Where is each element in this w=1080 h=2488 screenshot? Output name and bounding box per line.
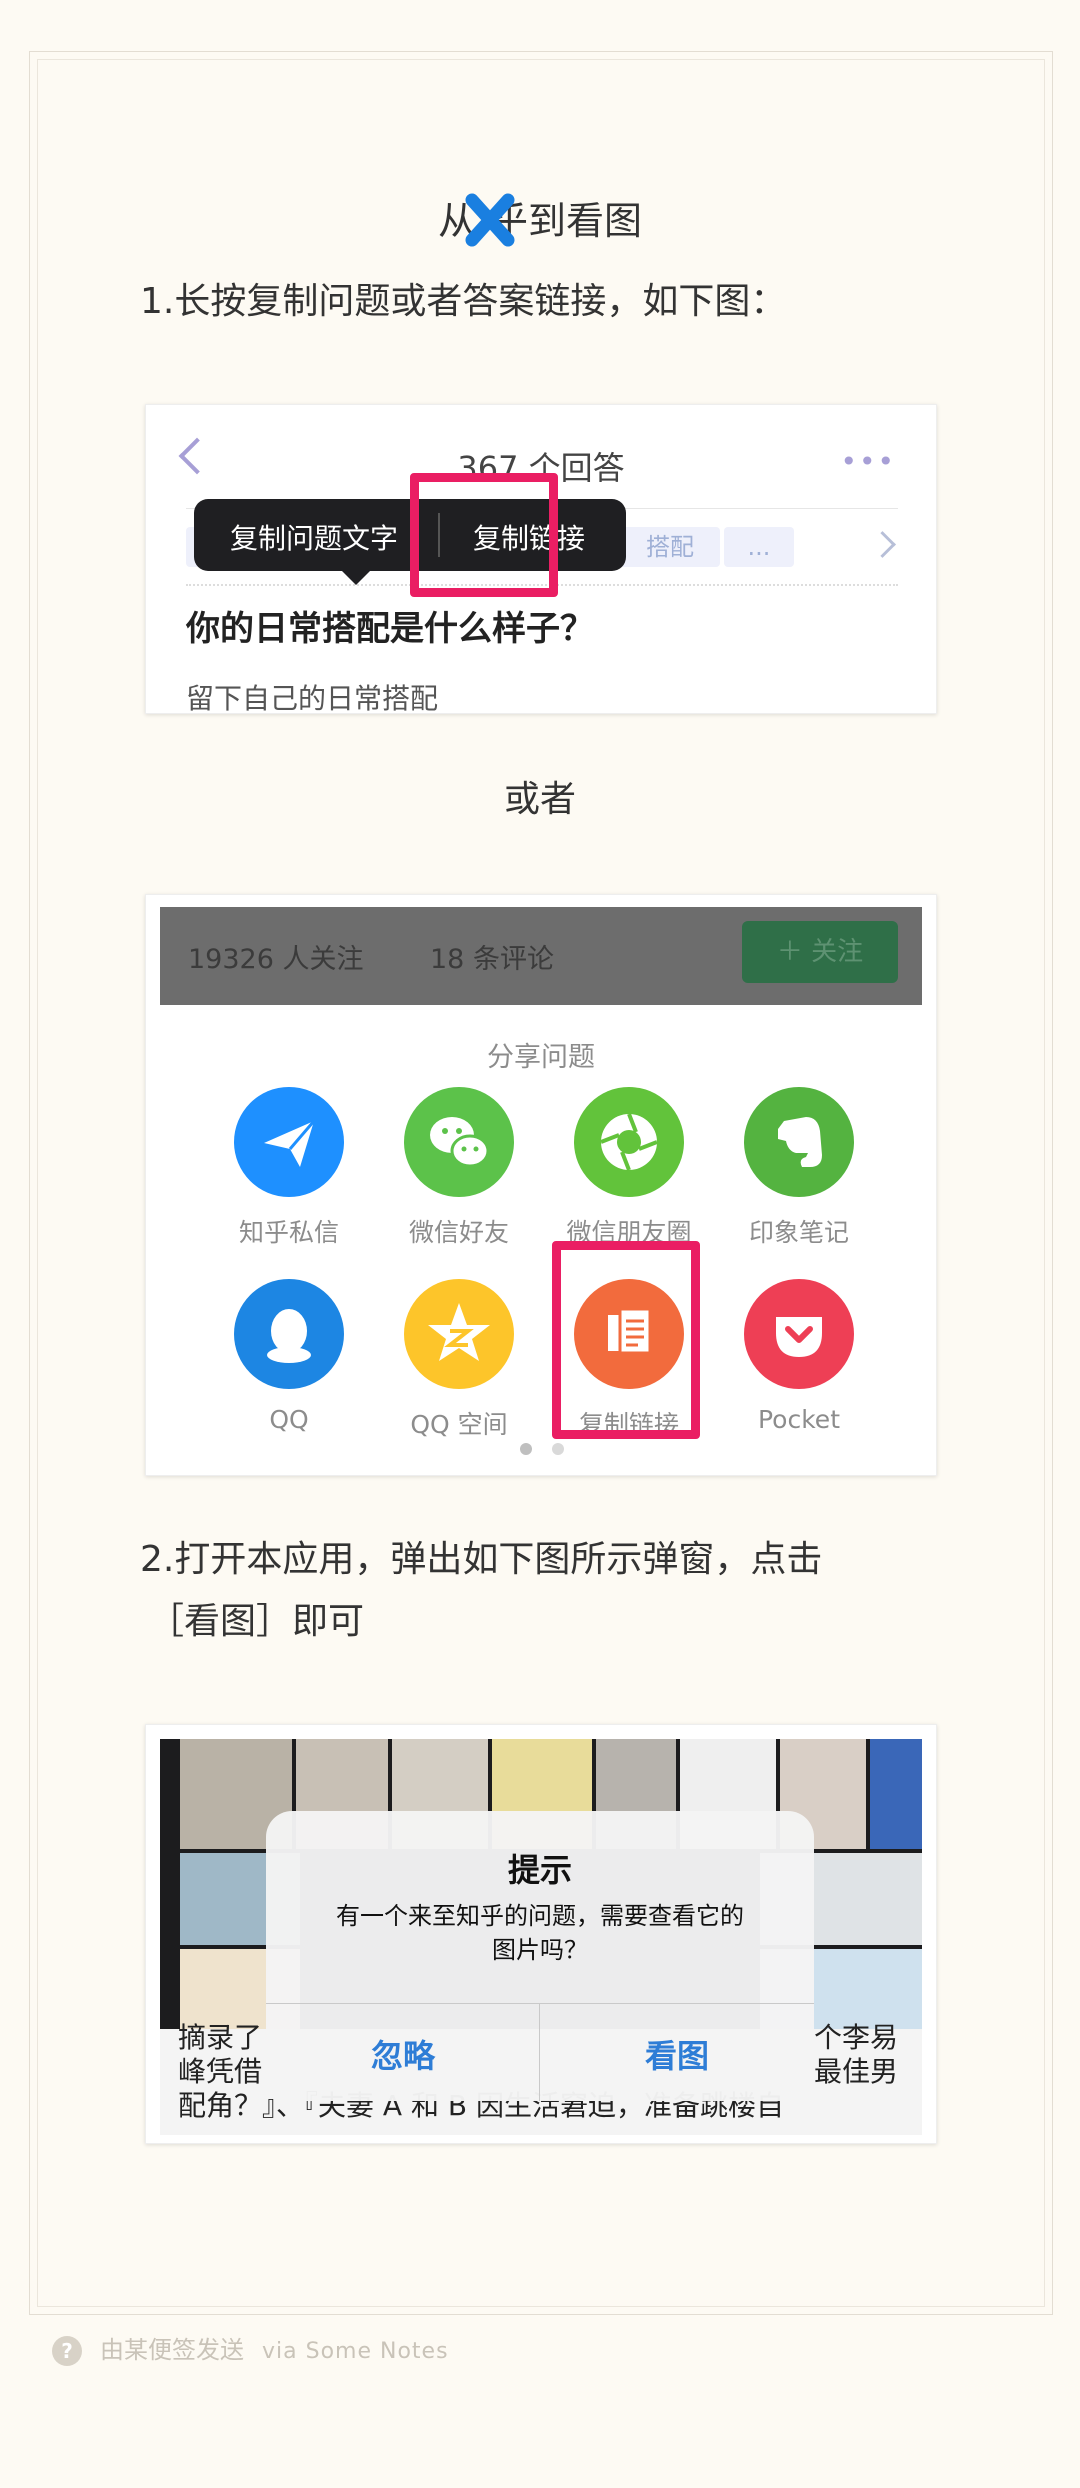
topic-tag-more: ... [724, 527, 794, 567]
share-label: Pocket [758, 1405, 840, 1434]
share-wechat-friend: 微信好友 [384, 1087, 534, 1249]
bg-text: 摘录了 [178, 2021, 263, 2054]
footer-via: via Some Notes [262, 2339, 449, 2364]
step-1-text: 1.长按复制问题或者答案链接，如下图： [140, 281, 787, 322]
more-icon: ••• [840, 445, 896, 478]
alert-dialog: 提示 有一个来至知乎的问题，需要查看它的 图片吗？ 忽略 看图 [266, 1811, 814, 2101]
share-label: QQ 空间 [410, 1410, 508, 1439]
screenshot-zhihu-answer: 367 个回答 ••• 搭配 ... 你的日常搭配是什么样子？ 留下自己的日常搭… [145, 404, 937, 714]
highlight-box [410, 473, 558, 597]
copy-question-text-option: 复制问题文字 [230, 522, 399, 555]
share-evernote: 印象笔记 [724, 1087, 874, 1249]
follow-button: ＋ 关注 [742, 921, 898, 983]
share-qq: QQ [214, 1279, 364, 1434]
dialog-divider [266, 2003, 814, 2004]
dialog-message-line: 有一个来至知乎的问题，需要查看它的 [336, 1902, 744, 1930]
share-zhihu-message: 知乎私信 [214, 1087, 364, 1249]
help-icon: ? [52, 2336, 82, 2366]
share-wechat-moments: 微信朋友圈 [554, 1087, 704, 1249]
question-title: 你的日常搭配是什么样子？ [186, 609, 594, 649]
dialog-title: 提示 [507, 1851, 572, 1889]
step-2-text-cont: ［看图］即可 [148, 1601, 365, 1642]
share-pocket: Pocket [724, 1279, 874, 1434]
share-label: 知乎私信 [238, 1218, 339, 1247]
note-title: 从 乎到看图 [0, 190, 1080, 252]
pocket-icon [744, 1279, 854, 1389]
share-label: 印象笔记 [748, 1218, 849, 1247]
topic-tag-partial: 搭配 [620, 527, 720, 567]
dialog-message: 有一个来至知乎的问题，需要查看它的 图片吗？ [296, 1899, 784, 1967]
dialog-message-line: 图片吗？ [492, 1936, 588, 1964]
bg-text: 最佳男 [813, 2055, 898, 2088]
footer: ? 由某便签发送 via Some Notes [52, 2330, 449, 2366]
page-dot-active [520, 1443, 532, 1455]
qq-icon [234, 1279, 344, 1389]
share-label: QQ [269, 1405, 309, 1434]
paper-plane-icon [234, 1087, 344, 1197]
share-qzone: QQ 空间 [384, 1279, 534, 1441]
view-image-button: 看图 [644, 2037, 709, 2075]
follower-count: 19326 人关注 [188, 944, 364, 975]
or-text: 或者 [503, 779, 576, 820]
page-dot [552, 1443, 564, 1455]
bg-text: 个李易 [813, 2021, 898, 2054]
ignore-button: 忽略 [370, 2037, 435, 2075]
question-stats-bar: 19326 人关注 18 条评论 ＋ 关注 [160, 907, 922, 1005]
bg-text: 峰凭借 [178, 2055, 263, 2088]
comment-count: 18 条评论 [430, 944, 554, 975]
chevron-right-icon [869, 531, 896, 558]
step-2-text: 2.打开本应用，弹出如下图所示弹窗，点击 [140, 1539, 823, 1580]
image-tile [870, 1739, 922, 1849]
question-subtitle: 留下自己的日常搭配 [186, 682, 439, 714]
highlight-box [552, 1241, 700, 1439]
qzone-star-icon [404, 1279, 514, 1389]
screenshot-share-sheet: 19326 人关注 18 条评论 ＋ 关注 分享问题 知乎私信 微信好友 微信朋… [145, 894, 937, 1476]
footer-text: 由某便签发送 [100, 2336, 244, 2364]
screenshot-app-dialog: 摘录了 个李易 峰凭借 最佳男 配角？』、『夫妻 A 和 B 因生活窘迫，准备跳楼自… [145, 1724, 937, 2144]
share-label: 微信好友 [408, 1218, 509, 1247]
x-mark-icon [462, 192, 518, 248]
share-sheet-title: 分享问题 [487, 1042, 595, 1073]
menu-pointer [342, 571, 370, 585]
evernote-icon [744, 1087, 854, 1197]
wechat-moments-icon [574, 1087, 684, 1197]
wechat-icon [404, 1087, 514, 1197]
